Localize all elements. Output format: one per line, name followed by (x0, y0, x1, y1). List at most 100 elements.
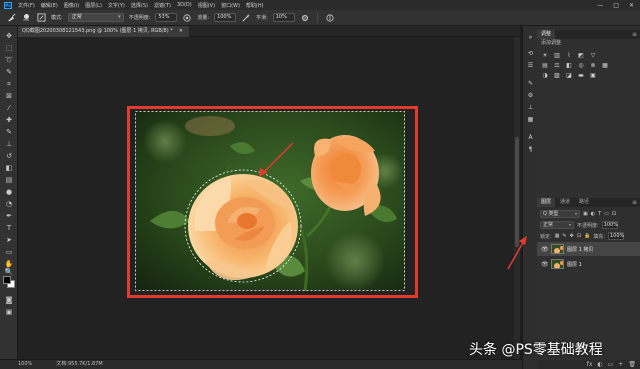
lasso-tool-icon[interactable]: ➰ (4, 56, 14, 64)
layer-name[interactable]: 图层 1 拷贝 (567, 246, 593, 253)
smoothing-gear-icon[interactable] (300, 13, 310, 23)
invert-icon[interactable]: ◑ (541, 72, 549, 79)
layers-menu-icon[interactable]: ≡ (632, 198, 640, 207)
tab-layers[interactable]: 图层 (537, 198, 556, 207)
menu-file[interactable]: 文件(F) (18, 2, 35, 9)
close-document-button[interactable]: ✕ (179, 26, 183, 37)
brightness-icon[interactable]: ☀ (541, 52, 549, 59)
new-layer-icon[interactable]: + (618, 360, 623, 369)
document-tab[interactable]: QQ截图20200308121543.png @ 100% (图层 1 拷贝, … (18, 26, 189, 37)
mask-icon[interactable]: ◐ (597, 360, 602, 369)
marquee-tool-icon[interactable]: ⬚ (4, 44, 14, 52)
lock-artboard-icon[interactable]: ⊡ (577, 233, 581, 239)
hue-saturation-icon[interactable]: ▤ (541, 62, 549, 69)
brush-tool-icon[interactable]: ✎ (4, 128, 14, 136)
close-window-button[interactable]: ✕ (629, 2, 634, 9)
screen-mode-icon[interactable]: ▣ (4, 308, 14, 316)
frame-tool-icon[interactable]: ⊠ (4, 92, 14, 100)
quick-mask-icon[interactable]: ◙ (4, 296, 14, 304)
dodge-tool-icon[interactable]: ◔ (4, 200, 14, 208)
filter-pixel-icon[interactable]: ▣ (583, 211, 588, 217)
clone-source-panel-icon[interactable]: ⊥ (526, 104, 535, 112)
healing-brush-tool-icon[interactable]: ✚ (4, 116, 14, 124)
levels-icon[interactable]: ▥ (553, 52, 561, 59)
history-brush-tool-icon[interactable]: ↺ (4, 152, 14, 160)
history-panel-icon[interactable]: ⟲ (526, 50, 535, 58)
hand-tool-icon[interactable]: ✋ (4, 260, 14, 268)
tab-paths[interactable]: 路径 (575, 198, 593, 207)
document-info[interactable]: 文档:955.7K/1.87M (56, 360, 102, 369)
panel-menu-icon[interactable]: ≡ (632, 30, 640, 39)
fill-field[interactable]: 100% (607, 232, 624, 240)
visibility-eye-icon[interactable]: 👁 (541, 261, 549, 268)
menu-edit[interactable]: 编辑(E) (41, 2, 58, 9)
layer-row-base[interactable]: 👁 图层 1 (537, 257, 640, 271)
menu-type[interactable]: 文字(Y) (108, 2, 125, 9)
color-lookup-icon[interactable]: ▦ (601, 62, 609, 69)
menu-image[interactable]: 图像(I) (64, 2, 79, 9)
menu-view[interactable]: 视图(V) (198, 2, 215, 9)
filter-adjust-icon[interactable]: ◐ (591, 211, 595, 217)
type-tool-icon[interactable]: T (4, 224, 14, 232)
brush-preset-picker[interactable]: 256 (21, 13, 31, 23)
crop-tool-icon[interactable]: ⌗ (4, 80, 14, 88)
menu-3d[interactable]: 3D(D) (177, 2, 192, 8)
eyedropper-tool-icon[interactable]: ⁄ (4, 104, 14, 112)
posterize-icon[interactable]: ▨ (553, 72, 561, 79)
opacity-field[interactable]: 53% (155, 13, 178, 22)
lock-pixels-icon[interactable]: ✎ (562, 233, 566, 239)
vibrance-icon[interactable]: ▽ (589, 52, 597, 59)
menu-layer[interactable]: 图层(L) (85, 2, 102, 9)
selective-color-icon[interactable]: ▣ (589, 72, 597, 79)
quick-select-tool-icon[interactable]: ✎ (4, 68, 14, 76)
lock-all-icon[interactable]: 🔒 (584, 233, 590, 239)
brush-tool-icon[interactable] (6, 13, 16, 23)
menu-filter[interactable]: 滤镜(T) (154, 2, 171, 9)
shape-tool-icon[interactable]: ▭ (4, 248, 14, 256)
brush-settings-icon[interactable] (36, 13, 46, 23)
paragraph-panel-icon[interactable]: ¶ (526, 146, 535, 154)
blur-tool-icon[interactable]: ● (4, 188, 14, 196)
menu-help[interactable]: 帮助(H) (246, 2, 264, 9)
blend-mode-select[interactable]: 正常 (540, 221, 574, 229)
layer-opacity-field[interactable]: 100% (601, 221, 618, 229)
threshold-icon[interactable]: ◪ (565, 72, 573, 79)
vertical-scrollbar[interactable] (514, 37, 520, 359)
lock-transparent-icon[interactable]: ▦ (555, 233, 560, 239)
group-icon[interactable]: ▭ (608, 360, 614, 369)
filter-smart-icon[interactable]: ⊡ (612, 211, 616, 217)
menu-select[interactable]: 选择(S) (131, 2, 148, 9)
clone-stamp-tool-icon[interactable]: ⊥ (4, 140, 14, 148)
black-white-icon[interactable]: ◧ (565, 62, 573, 69)
filter-type-icon[interactable]: T (598, 211, 601, 217)
minimize-button[interactable]: — (597, 2, 603, 9)
mode-select[interactable]: 正常 (67, 13, 124, 22)
lock-position-icon[interactable]: ✥ (570, 233, 574, 239)
brush-settings-panel-icon[interactable]: ⚙ (526, 92, 535, 100)
visibility-eye-icon[interactable]: 👁 (541, 246, 549, 253)
collapse-icon[interactable]: » (526, 34, 535, 42)
zoom-tool-icon[interactable]: 🔍 (4, 268, 14, 276)
pressure-opacity-icon[interactable] (182, 13, 192, 23)
airbrush-icon[interactable] (241, 13, 251, 23)
channel-mixer-icon[interactable]: ⊗ (589, 62, 597, 69)
pen-tool-icon[interactable]: ✒ (4, 212, 14, 220)
menu-window[interactable]: 窗口(W) (221, 2, 240, 9)
gradient-tool-icon[interactable]: ▤ (4, 176, 14, 184)
pressure-size-icon[interactable] (325, 13, 335, 23)
path-select-tool-icon[interactable]: ➤ (4, 236, 14, 244)
eraser-tool-icon[interactable]: ◧ (4, 164, 14, 172)
swatches-panel-icon[interactable]: ▦ (526, 116, 535, 124)
photo-filter-icon[interactable]: ◎ (577, 62, 585, 69)
brush-panel-icon[interactable]: ✎ (526, 80, 535, 88)
character-panel-icon[interactable]: A (526, 134, 535, 142)
layer-name[interactable]: 图层 1 (567, 261, 582, 268)
curves-icon[interactable]: ⌇ (565, 52, 573, 59)
flow-field[interactable]: 100% (214, 13, 237, 22)
foreground-color-swatch[interactable] (3, 276, 11, 284)
move-tool-icon[interactable]: ✥ (4, 32, 14, 40)
fx-icon[interactable]: fx (587, 360, 593, 369)
color-balance-icon[interactable]: ⚖ (553, 62, 561, 69)
tab-channels[interactable]: 通道 (556, 198, 574, 207)
exposure-icon[interactable]: ◩ (577, 52, 585, 59)
